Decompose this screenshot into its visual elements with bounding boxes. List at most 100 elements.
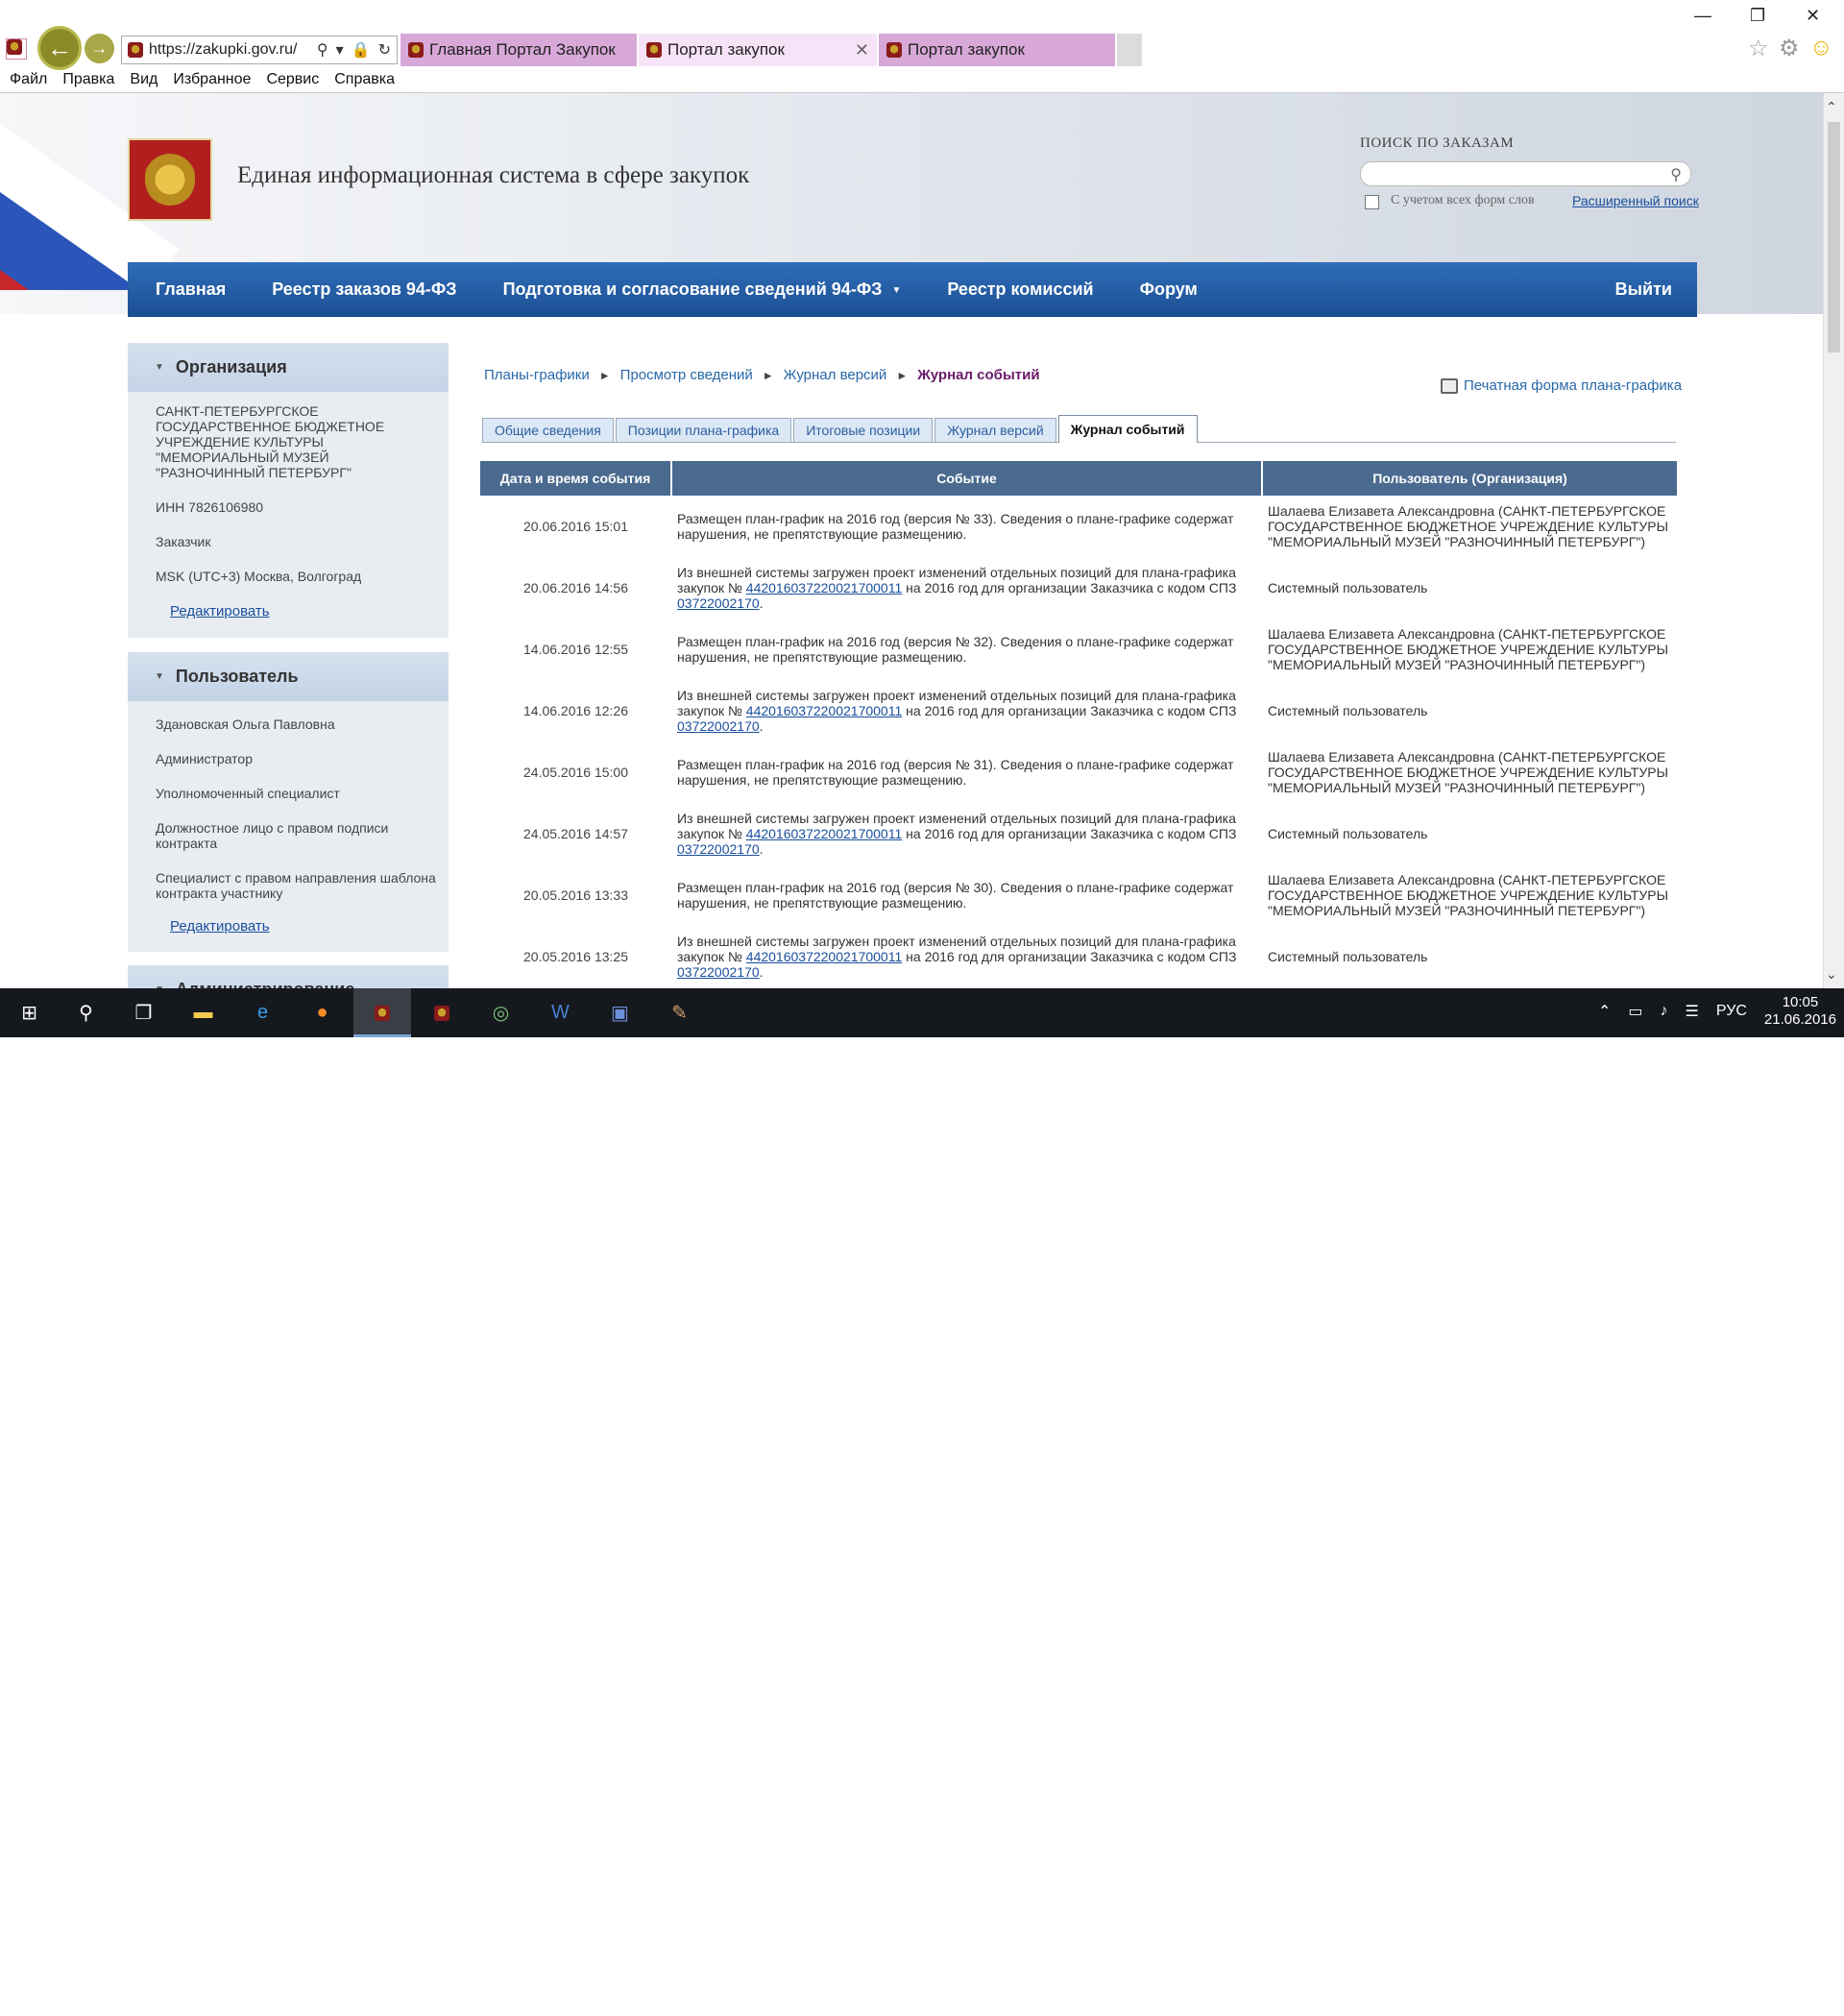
restore-icon[interactable]: ❐ [1750, 6, 1765, 26]
lock-icon[interactable]: 🔒 [352, 40, 371, 60]
nav-orders-registry[interactable]: Реестр заказов 94-ФЗ [249, 279, 479, 300]
tab-versions[interactable]: Журнал версий [934, 418, 1056, 442]
file-explorer-icon[interactable]: ▬ [188, 998, 218, 1028]
plan-number-link[interactable]: 442016037220021700011 [746, 580, 902, 595]
admin-panel-header[interactable]: ▼Администрирование [128, 965, 449, 988]
content-tabs: Общие сведения Позиции плана-графика Ито… [482, 415, 1676, 443]
spz-code-link[interactable]: 03722002170 [677, 841, 760, 857]
address-bar[interactable]: https://zakupki.gov.ru/ ⚲ ▾ 🔒 ↻ [121, 36, 398, 64]
event-text: Размещен план-график на 2016 год (версия… [677, 880, 974, 895]
breadcrumb-plans[interactable]: Планы-графики [484, 367, 590, 383]
windows-taskbar: ⊞ ⚲ ❐ ▬ e ● ◎ W ▣ ✎ Artem Monahov | Cat_… [0, 988, 1844, 2015]
search-icon[interactable]: ⚲ [1670, 165, 1682, 184]
url-text[interactable]: https://zakupki.gov.ru/ [149, 41, 311, 59]
close-icon[interactable]: ✕ [855, 40, 869, 61]
save-disk-icon[interactable]: ▣ [605, 998, 635, 1028]
event-text: на 2016 год для организации Заказчика с … [902, 949, 1237, 964]
scroll-thumb[interactable] [1828, 122, 1840, 352]
portal-app-icon[interactable] [367, 998, 397, 1028]
organization-panel-header[interactable]: ▼ Организация [128, 343, 449, 392]
tab-positions[interactable]: Позиции плана-графика [615, 418, 792, 442]
nav-preparation[interactable]: Подготовка и согласование сведений 94-ФЗ… [480, 279, 925, 300]
spz-code-link[interactable]: 03722002170 [677, 718, 760, 734]
breadcrumb-versions[interactable]: Журнал версий [784, 367, 887, 383]
menu-tools[interactable]: Сервис [266, 71, 319, 88]
print-form-link[interactable]: Печатная форма плана-графика [1441, 377, 1682, 394]
checkbox-label: С учетом всех форм слов [1391, 193, 1535, 207]
nav-home[interactable]: Главная [128, 279, 249, 300]
event-description: Из внешней системы загружен проект измен… [671, 926, 1262, 987]
edit-org-link[interactable]: Редактировать [170, 603, 270, 619]
internet-explorer-icon[interactable]: e [248, 998, 278, 1028]
smiley-icon[interactable]: ☺ [1809, 35, 1833, 61]
menu-file[interactable]: Файл [10, 71, 47, 88]
language-indicator[interactable]: РУС [1716, 1003, 1747, 1020]
tab-general[interactable]: Общие сведения [482, 418, 614, 442]
column-header-event[interactable]: Событие [670, 461, 1262, 496]
plan-number-link[interactable]: 442016037220021700011 [746, 949, 902, 964]
menu-favorites[interactable]: Избранное [173, 71, 251, 88]
notifications-icon[interactable]: ☰ [1686, 1002, 1699, 1021]
browser-tab-active[interactable]: Портал закупок ✕ [639, 34, 879, 66]
scroll-up-icon[interactable]: ⌃ [1826, 99, 1837, 115]
version-number: 33 [973, 511, 989, 526]
event-description: Из внешней системы загружен проект измен… [671, 557, 1262, 619]
edit-user-link[interactable]: Редактировать [170, 918, 270, 935]
volume-icon[interactable]: ♪ [1661, 1003, 1668, 1020]
search-icon[interactable]: ⚲ [71, 998, 101, 1028]
minimize-icon[interactable]: — [1694, 6, 1711, 26]
firefox-icon[interactable]: ● [307, 998, 337, 1028]
network-icon[interactable]: ▭ [1628, 1002, 1642, 1021]
chevron-down-icon[interactable]: ▾ [336, 40, 344, 60]
nav-commissions[interactable]: Реестр комиссий [924, 279, 1116, 300]
refresh-icon[interactable]: ↻ [378, 40, 391, 60]
nav-preparation-label: Подготовка и согласование сведений 94-ФЗ [502, 279, 883, 299]
event-user: Шалаева Елизавета Александровна (САНКТ-П… [1268, 872, 1668, 918]
favorites-star-icon[interactable]: ☆ [1748, 35, 1769, 62]
all-word-forms-checkbox[interactable] [1365, 195, 1379, 209]
chevron-up-icon[interactable]: ⌃ [1598, 1002, 1611, 1021]
forward-button[interactable]: → [85, 34, 114, 63]
scroll-down-icon[interactable]: ⌄ [1826, 966, 1837, 983]
windows-start-icon[interactable]: ⊞ [14, 998, 44, 1028]
breadcrumb-view[interactable]: Просмотр сведений [620, 367, 753, 383]
coat-of-arms-logo[interactable] [128, 138, 212, 221]
browser-app-icon[interactable]: ◎ [486, 998, 516, 1028]
search-icon[interactable]: ⚲ [317, 40, 328, 60]
clock[interactable]: 10:05 21.06.2016 [1764, 994, 1836, 1029]
tab-events[interactable]: Журнал событий [1057, 415, 1198, 443]
plan-number-link[interactable]: 442016037220021700011 [746, 826, 902, 841]
portal-app-icon[interactable] [426, 998, 456, 1028]
new-tab-button[interactable] [1117, 34, 1142, 66]
plan-number-link[interactable]: 442016037220021700011 [746, 703, 902, 718]
advanced-search-link[interactable]: Расширенный поиск [1572, 193, 1699, 208]
nav-forum[interactable]: Форум [1117, 279, 1221, 300]
paint-icon[interactable]: ✎ [665, 998, 694, 1028]
spz-code-link[interactable]: 03722002170 [677, 964, 760, 980]
search-label: ПОИСК ПО ЗАКАЗАМ [1360, 135, 1515, 151]
word-icon[interactable]: W [546, 998, 575, 1028]
spz-code-link[interactable]: 03722002170 [677, 595, 760, 611]
column-header-date[interactable]: Дата и время события [480, 461, 671, 496]
page-scrollbar[interactable]: ⌃ ⌄ [1823, 93, 1844, 988]
browser-tab[interactable]: Портал закупок [879, 34, 1117, 66]
tab-totals[interactable]: Итоговые позиции [793, 418, 934, 442]
search-input[interactable]: ⚲ [1360, 161, 1691, 186]
menu-help[interactable]: Справка [334, 71, 395, 88]
logout-link[interactable]: Выйти [1592, 279, 1697, 300]
event-date: 14.06.2016 12:55 [523, 642, 628, 657]
event-date: 20.05.2016 13:25 [523, 949, 628, 964]
browser-tab[interactable]: Главная Портал Закупок [400, 34, 639, 66]
gear-icon[interactable]: ⚙ [1779, 35, 1800, 62]
menu-edit[interactable]: Правка [62, 71, 114, 88]
task-view-icon[interactable]: ❐ [129, 998, 158, 1028]
column-header-user[interactable]: Пользователь (Организация) [1261, 461, 1677, 496]
menu-view[interactable]: Вид [130, 71, 158, 88]
close-window-icon[interactable]: ✕ [1806, 6, 1820, 26]
triangle-right-icon: ► [762, 368, 774, 382]
breadcrumb-current: Журнал событий [917, 367, 1040, 383]
user-panel-header[interactable]: ▼ Пользователь [128, 652, 449, 701]
event-date: 20.06.2016 15:01 [523, 519, 628, 534]
address-favicon [128, 42, 143, 58]
back-button[interactable]: ← [37, 26, 82, 70]
